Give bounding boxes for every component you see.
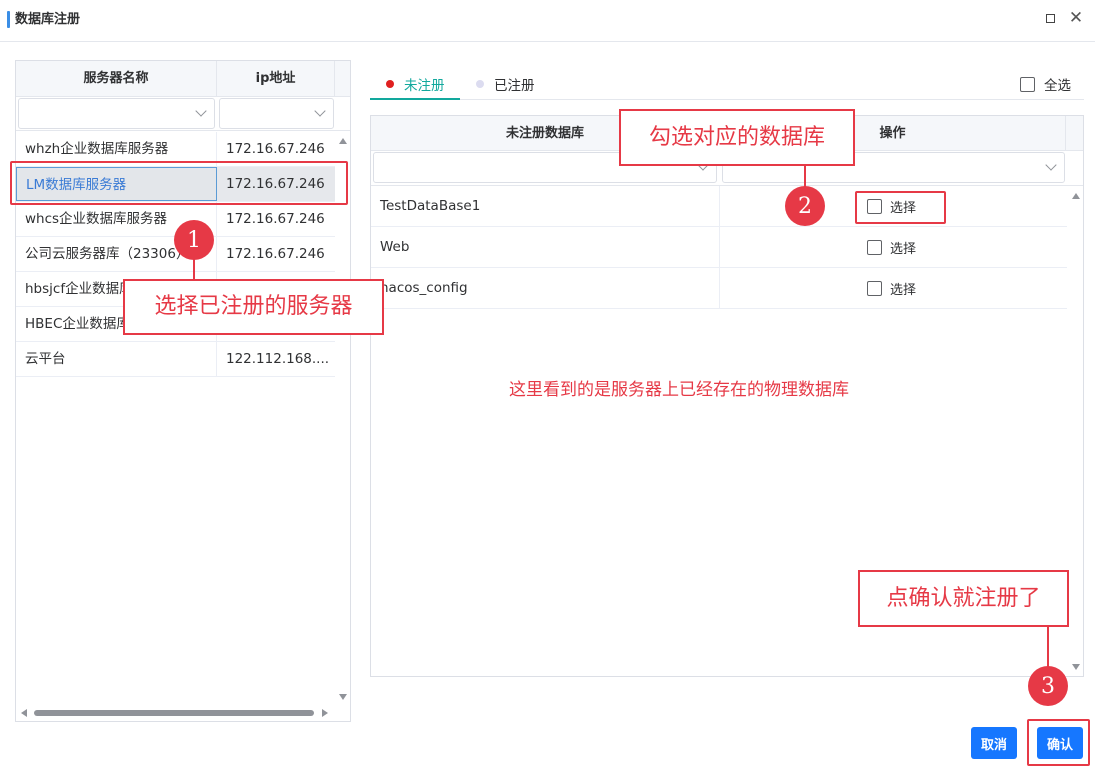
server-name-filter-select[interactable] — [18, 98, 215, 129]
scroll-left-icon[interactable] — [21, 709, 27, 717]
tab-registered[interactable]: 已注册 — [476, 70, 535, 98]
annotation-step2-badge: 2 — [785, 186, 825, 226]
header-ip-address: ip地址 — [217, 61, 335, 97]
checkbox-icon[interactable] — [867, 280, 882, 296]
server-table: 服务器名称 ip地址 whzh企业数据库服务器 172.16.67.246 LM… — [15, 60, 351, 722]
database-name-cell: nacos_config — [371, 268, 720, 308]
scroll-down-icon[interactable] — [1072, 664, 1080, 670]
server-filter-row — [16, 97, 350, 131]
ip-filter-select[interactable] — [219, 98, 334, 129]
server-ip-cell: 172.16.67.246 — [226, 211, 325, 227]
scroll-right-icon[interactable] — [322, 709, 328, 717]
chevron-down-icon — [1045, 159, 1057, 171]
server-table-body: whzh企业数据库服务器 172.16.67.246 LM数据库服务器 172.… — [16, 132, 335, 692]
dialog-title: 数据库注册 — [15, 12, 81, 27]
checkbox-icon[interactable] — [1020, 76, 1035, 92]
database-vertical-scrollbar[interactable] — [1069, 186, 1083, 676]
database-name-cell: TestDataBase1 — [371, 186, 720, 226]
database-table-body: TestDataBase1 选择 Web 选择 nacos_config 选择 — [371, 186, 1067, 309]
annotation-connector — [804, 166, 806, 188]
tab-active-indicator — [370, 98, 460, 100]
annotation-step3-badge: 3 — [1028, 666, 1068, 706]
header-server-name: 服务器名称 — [16, 61, 217, 97]
table-row[interactable]: 云平台 122.112.168.... — [16, 342, 335, 377]
chevron-down-icon — [314, 105, 326, 117]
status-dot-icon — [476, 80, 484, 88]
checkbox-icon[interactable] — [867, 239, 882, 255]
scrollbar-thumb[interactable] — [34, 710, 314, 716]
select-all-label: 全选 — [1044, 78, 1071, 94]
table-row: Web 选择 — [371, 227, 1067, 268]
server-horizontal-scrollbar[interactable] — [16, 705, 350, 721]
database-name-cell: Web — [371, 227, 720, 267]
annotation-step3-label: 点确认就注册了 — [858, 570, 1069, 627]
title-accent-bar — [7, 11, 10, 28]
scroll-up-icon[interactable] — [1072, 193, 1080, 199]
select-checkbox[interactable]: 选择 — [720, 227, 1067, 267]
scroll-down-icon[interactable] — [339, 694, 347, 700]
annotation-step2-label: 勾选对应的数据库 — [619, 109, 855, 166]
server-ip-cell: 172.16.67.246 — [226, 246, 325, 262]
status-dot-icon — [386, 80, 394, 88]
select-all-checkbox[interactable]: 全选 — [1020, 74, 1071, 94]
table-row: TestDataBase1 选择 — [371, 186, 1067, 227]
tabs-divider — [370, 99, 1084, 100]
select-label: 选择 — [890, 241, 917, 257]
server-table-header: 服务器名称 ip地址 — [16, 61, 350, 97]
annotation-note: 这里看到的是服务器上已经存在的物理数据库 — [509, 380, 849, 400]
chevron-down-icon — [195, 105, 207, 117]
scroll-up-icon[interactable] — [339, 138, 347, 144]
annotation-highlight-server — [10, 161, 348, 205]
tab-label: 已注册 — [494, 78, 535, 94]
tab-unregistered[interactable]: 未注册 — [386, 70, 445, 98]
annotation-highlight-checkbox — [855, 191, 946, 224]
confirm-button[interactable]: 确认 — [1037, 727, 1083, 759]
select-checkbox[interactable]: 选择 — [720, 268, 1067, 308]
select-label: 选择 — [890, 282, 917, 298]
server-ip-cell: 122.112.168.... — [226, 351, 330, 367]
server-name-cell: 云平台 — [16, 342, 217, 376]
dialog-header: 数据库注册 ✕ — [0, 0, 1095, 42]
annotation-connector — [1047, 627, 1049, 667]
annotation-step1-label: 选择已注册的服务器 — [123, 279, 384, 335]
cancel-button[interactable]: 取消 — [971, 727, 1017, 759]
tab-label: 未注册 — [404, 78, 445, 94]
annotation-step1-badge: 1 — [174, 220, 214, 260]
close-icon[interactable]: ✕ — [1066, 8, 1086, 28]
maximize-icon[interactable] — [1040, 8, 1060, 28]
table-row: nacos_config 选择 — [371, 268, 1067, 309]
server-vertical-scrollbar[interactable] — [336, 132, 350, 702]
